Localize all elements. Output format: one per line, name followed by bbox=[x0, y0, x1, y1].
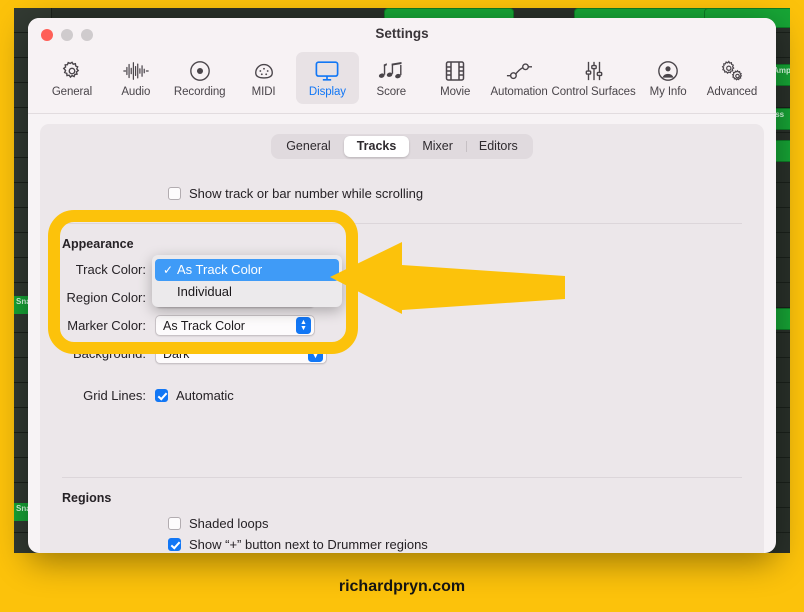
waveform-icon bbox=[104, 57, 168, 84]
toolbar-item-label: Automation bbox=[490, 86, 548, 98]
toolbar-item-label: Display bbox=[308, 86, 346, 98]
tab-tracks[interactable]: Tracks bbox=[343, 136, 410, 157]
label-grid-lines: Grid Lines: bbox=[83, 388, 146, 403]
music-notes-icon bbox=[359, 57, 423, 84]
toolbar-item-label: Advanced bbox=[706, 86, 758, 98]
toolbar-item-label: Audio bbox=[121, 86, 151, 98]
popup-button-background[interactable]: Dark ▲ ▼ bbox=[155, 343, 327, 364]
record-circle-icon bbox=[168, 57, 232, 84]
divider-appearance bbox=[62, 223, 742, 224]
toolbar-item-label: Recording bbox=[173, 86, 226, 98]
checkbox-show-track-number[interactable] bbox=[168, 187, 181, 200]
popup-button-value: As Track Color bbox=[163, 318, 245, 333]
label-show-track-number: Show track or bar number while scrolling bbox=[189, 186, 424, 201]
chevron-up-down-icon[interactable]: ▲▼ bbox=[308, 345, 323, 362]
chevron-up-down-icon[interactable]: ▲▼ bbox=[296, 317, 311, 334]
row-grid-lines: Grid Lines: Automatic bbox=[62, 388, 764, 403]
window-title: Settings bbox=[375, 26, 429, 41]
tab-editors[interactable]: Editors bbox=[465, 136, 531, 157]
menu-item-individual[interactable]: Individual bbox=[155, 281, 339, 303]
toolbar-item-my-info[interactable]: My Info bbox=[636, 52, 700, 104]
popup-button-value: Dark bbox=[163, 346, 190, 361]
display-monitor-icon bbox=[296, 57, 360, 84]
toolbar-item-label: General bbox=[51, 86, 93, 98]
automation-node-icon bbox=[487, 57, 551, 84]
toolbar-item-automation[interactable]: Automation bbox=[487, 52, 551, 104]
sliders-icon bbox=[551, 57, 636, 84]
settings-content-panel: General Tracks Mixer Editors Show track or … bbox=[40, 124, 764, 553]
gear-icon bbox=[40, 57, 104, 84]
footer-url: richardpryn.com bbox=[338, 578, 466, 595]
tab-mixer[interactable]: Mixer bbox=[409, 136, 466, 157]
field-label: Background: bbox=[73, 346, 146, 361]
tab-bar: General Tracks Mixer Editors bbox=[40, 124, 764, 159]
field-label: Track Color: bbox=[75, 262, 146, 277]
film-strip-icon bbox=[423, 57, 487, 84]
menu-item-label: Individual bbox=[177, 284, 232, 299]
toolbar-item-label: MIDI bbox=[251, 86, 276, 98]
label-region-option: Shaded loops bbox=[189, 516, 269, 531]
toolbar-item-recording[interactable]: Recording bbox=[168, 52, 232, 104]
toolbar-item-advanced[interactable]: Advanced bbox=[700, 52, 764, 104]
tab-general[interactable]: General bbox=[273, 136, 343, 157]
toolbar-item-label: My Info bbox=[649, 86, 687, 98]
toolbar-item-label: Score bbox=[376, 86, 407, 98]
label-region-option: Show “+” button next to Drummer regions bbox=[189, 537, 428, 552]
settings-toolbar: General Audio Recording MIDI Display Score Mov… bbox=[28, 52, 776, 114]
toolbar-item-audio[interactable]: Audio bbox=[104, 52, 168, 104]
check-icon: ✓ bbox=[163, 262, 174, 277]
region-color-dropdown-menu[interactable]: ✓ As Track Color Individual bbox=[152, 255, 342, 307]
row-region-option[interactable]: Shaded loops bbox=[168, 516, 764, 531]
label-grid-lines-automatic: Automatic bbox=[176, 388, 234, 403]
row-show-track-number[interactable]: Show track or bar number while scrolling bbox=[168, 186, 764, 201]
double-gear-icon bbox=[700, 57, 764, 84]
menu-item-as-track-color[interactable]: ✓ As Track Color bbox=[155, 259, 339, 281]
regions-checkbox-list: Shaded loops Show “+” button next to Drum… bbox=[40, 516, 764, 552]
checkbox-region-option[interactable] bbox=[168, 517, 181, 530]
checkbox-region-option[interactable] bbox=[168, 538, 181, 551]
window-titlebar: Settings bbox=[28, 18, 776, 52]
midi-plug-icon bbox=[232, 57, 296, 84]
field-label: Marker Color: bbox=[67, 318, 146, 333]
section-heading-regions: Regions bbox=[62, 491, 112, 505]
toolbar-item-control-surfaces[interactable]: Control Surfaces bbox=[551, 52, 636, 104]
pointer-arrow-to-region-color bbox=[330, 242, 565, 314]
person-circle-icon bbox=[636, 57, 700, 84]
field-row-background: Background: Dark ▲ ▼ bbox=[62, 343, 764, 364]
toolbar-item-midi[interactable]: MIDI bbox=[232, 52, 296, 104]
field-label: Region Color: bbox=[66, 290, 147, 305]
tabs-shell: General Tracks Mixer Editors bbox=[271, 134, 533, 159]
toolbar-item-general[interactable]: General bbox=[40, 52, 104, 104]
divider-regions bbox=[62, 477, 742, 478]
menu-item-label: As Track Color bbox=[177, 262, 263, 277]
toolbar-item-score[interactable]: Score bbox=[359, 52, 423, 104]
toolbar-item-display[interactable]: Display bbox=[295, 52, 360, 104]
row-region-option[interactable]: Show “+” button next to Drummer regions bbox=[168, 537, 764, 552]
toolbar-item-label: Movie bbox=[440, 86, 471, 98]
checkbox-grid-lines-automatic[interactable] bbox=[155, 389, 168, 402]
toolbar-item-movie[interactable]: Movie bbox=[423, 52, 487, 104]
popup-button-marker-color[interactable]: As Track Color ▲ ▼ bbox=[155, 315, 315, 336]
toolbar-item-label: Control Surfaces bbox=[551, 86, 636, 98]
